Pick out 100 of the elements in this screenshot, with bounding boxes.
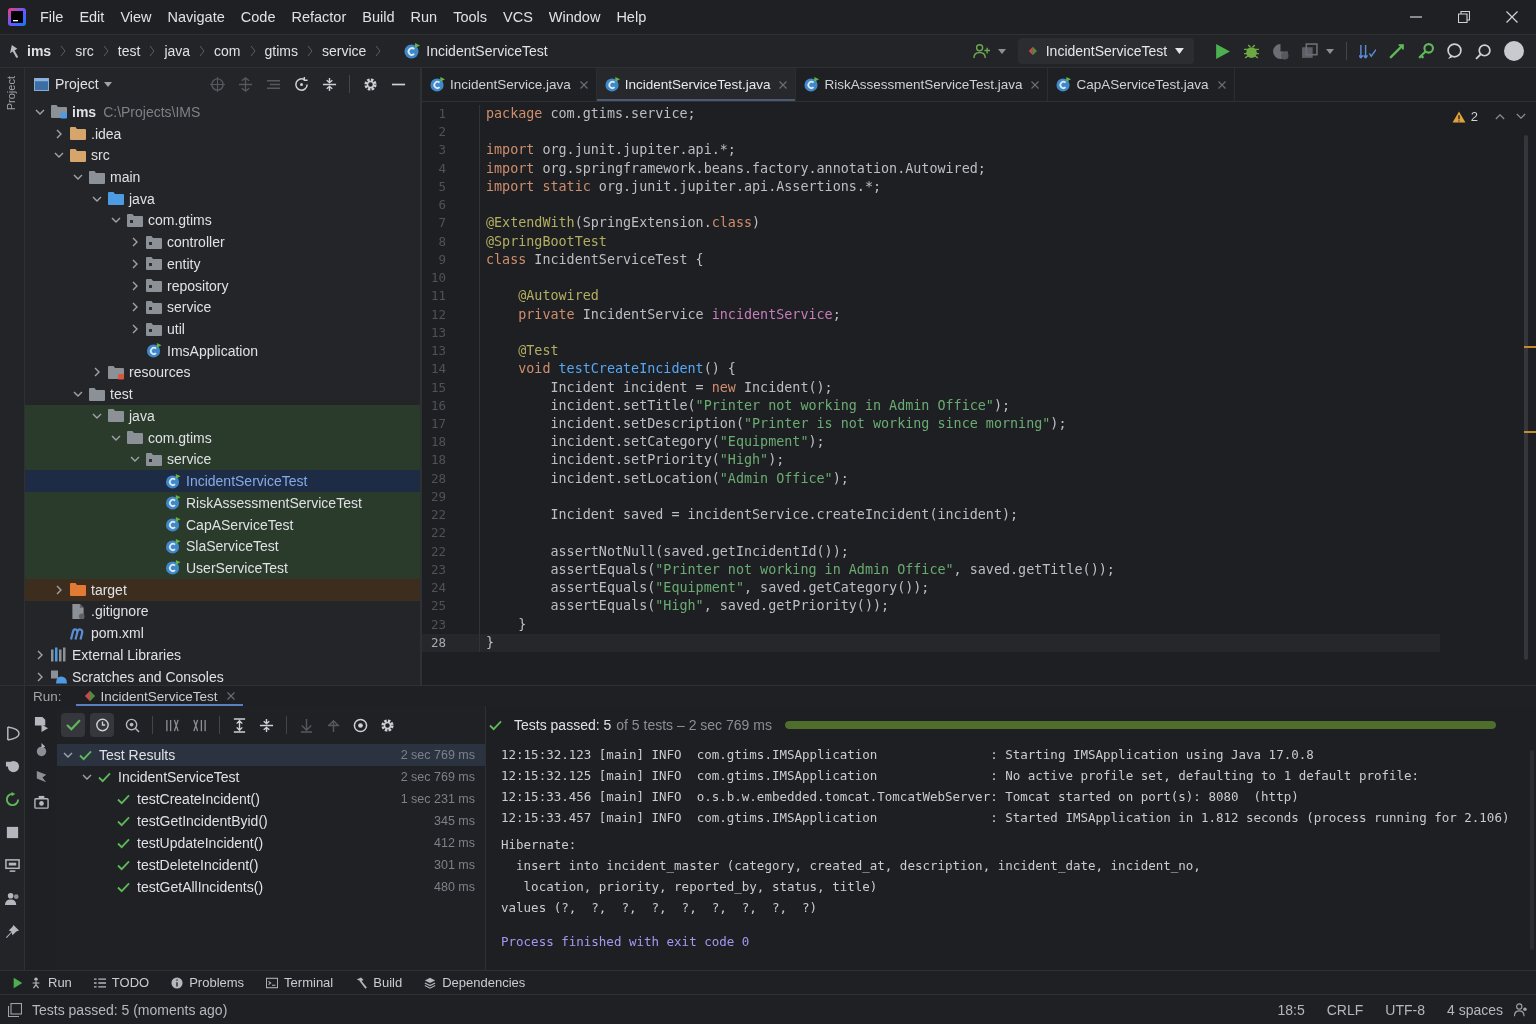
breadcrumb[interactable]: service — [321, 39, 367, 63]
tree-item[interactable]: CapAServiceTest — [25, 513, 420, 536]
play-icon[interactable] — [1214, 42, 1231, 60]
avatar-icon[interactable] — [1504, 41, 1524, 61]
tree-item[interactable]: test — [25, 383, 420, 406]
test-result-item[interactable]: testCreateIncident() 1 sec 231 ms — [57, 788, 485, 810]
menu-item[interactable]: Code — [232, 5, 284, 29]
bars-cross-icon[interactable] — [192, 717, 207, 733]
file-play-icon[interactable] — [33, 717, 49, 732]
tree-item[interactable]: target — [25, 578, 420, 601]
test-result-item[interactable]: IncidentServiceTest 2 sec 769 ms — [57, 766, 485, 788]
tree-item[interactable]: com.gtims — [25, 209, 420, 232]
caret-icon[interactable] — [1326, 48, 1334, 54]
breadcrumb[interactable]: java — [164, 39, 191, 63]
tree-item[interactable]: IncidentServiceTest — [25, 470, 420, 492]
tree-item[interactable]: pom.xml — [25, 622, 420, 644]
chevron-up-icon[interactable] — [1495, 113, 1505, 120]
target-icon[interactable] — [353, 717, 368, 733]
show-history-toggle[interactable] — [90, 713, 114, 737]
menu-item[interactable]: Window — [540, 5, 609, 29]
status-item[interactable]: 18:5 — [1266, 997, 1316, 1022]
menu-item[interactable]: Navigate — [159, 5, 233, 29]
breadcrumb[interactable]: IncidentServiceTest — [390, 39, 548, 63]
menu-item[interactable]: Help — [608, 5, 655, 29]
expand-all-icon[interactable] — [232, 717, 247, 733]
users-icon[interactable] — [4, 891, 20, 906]
tree-item[interactable]: External Libraries — [25, 643, 420, 666]
editor-tab[interactable]: RiskAssessmentServiceTest.java — [796, 68, 1049, 101]
status-item[interactable]: CRLF — [1315, 997, 1375, 1022]
tree-item[interactable]: com.gtims — [25, 426, 420, 449]
caret-icon[interactable] — [103, 81, 112, 87]
tool-window-button[interactable]: TODO — [93, 971, 150, 994]
squares-icon[interactable] — [1301, 42, 1318, 60]
settings-icon[interactable] — [380, 717, 395, 733]
test-result-item[interactable]: testGetIncidentByid() 345 ms — [57, 810, 485, 832]
tree-item[interactable]: RiskAssessmentServiceTest — [25, 491, 420, 514]
close-icon[interactable] — [779, 80, 788, 89]
collapse-all-icon[interactable] — [259, 717, 274, 733]
breadcrumb[interactable]: com — [214, 39, 241, 63]
show-passed-toggle[interactable] — [61, 713, 85, 737]
status-message[interactable]: Tests passed: 5 (moments ago) — [32, 1001, 228, 1018]
menu-item[interactable]: VCS — [495, 5, 541, 29]
run-configuration-selector[interactable]: IncidentServiceTest — [1018, 38, 1194, 64]
menu-item[interactable]: File — [32, 5, 72, 29]
frame-icon[interactable] — [8, 1002, 22, 1017]
menu-item[interactable]: View — [112, 5, 160, 29]
menu-item[interactable]: Refactor — [283, 5, 355, 29]
monitor-icon[interactable] — [4, 858, 20, 873]
bars-icon[interactable] — [165, 717, 180, 733]
run-tab[interactable]: IncidentServiceTest — [75, 686, 243, 706]
close-icon[interactable] — [1217, 80, 1226, 89]
breadcrumb[interactable]: ims — [10, 39, 52, 63]
menu-item[interactable]: Tools — [445, 5, 495, 29]
editor-tab[interactable]: IncidentService.java — [422, 68, 597, 101]
circle-icon[interactable] — [4, 759, 20, 774]
search-icon[interactable] — [125, 717, 140, 733]
arrow-up-right-icon[interactable] — [1388, 42, 1405, 60]
menu-item[interactable]: Edit — [71, 5, 113, 29]
pin-icon[interactable] — [4, 924, 20, 939]
tree-item[interactable]: .idea — [25, 122, 420, 145]
key-icon[interactable] — [1417, 42, 1434, 60]
test-result-item[interactable]: Test Results 2 sec 769 ms — [57, 744, 485, 766]
close-icon[interactable] — [579, 80, 588, 89]
close-icon[interactable] — [226, 692, 235, 700]
warning-count[interactable]: 2 — [1470, 109, 1478, 124]
collapse-all-icon[interactable] — [321, 76, 337, 92]
tree-item[interactable]: main — [25, 166, 420, 188]
tree-item[interactable]: controller — [25, 231, 420, 254]
add-user-icon[interactable] — [973, 42, 990, 60]
test-result-item[interactable]: testDeleteIncident() 301 ms — [57, 854, 485, 876]
tree-item[interactable]: ims C:\Projects\IMS — [25, 101, 420, 123]
test-result-item[interactable]: testGetAllIncidents() 480 ms — [57, 876, 485, 898]
settings-icon[interactable] — [362, 76, 378, 92]
tree-item[interactable]: service — [25, 296, 420, 319]
tool-window-button[interactable]: Run — [12, 971, 72, 994]
tree-item[interactable]: Scratches and Consoles — [25, 665, 420, 688]
menu-item[interactable]: Run — [402, 5, 446, 29]
tool-window-button[interactable]: Build — [355, 971, 403, 994]
close-icon[interactable] — [1031, 80, 1040, 89]
tree-item[interactable]: ImsApplication — [25, 339, 420, 362]
tool-window-label[interactable]: Project — [5, 76, 17, 111]
arrows-check-icon[interactable] — [1359, 42, 1376, 60]
tree-item[interactable]: .gitignore — [25, 600, 420, 623]
menu-item[interactable]: Build — [354, 5, 403, 29]
breadcrumb[interactable]: src — [75, 39, 94, 63]
tree-item[interactable]: service — [25, 448, 420, 471]
play-outline-icon[interactable] — [4, 726, 20, 741]
tree-item[interactable]: java — [25, 187, 420, 210]
tool-window-button[interactable]: Dependencies — [424, 971, 526, 994]
editor-tab[interactable]: CapAServiceTest.java — [1048, 68, 1235, 101]
editor-tab[interactable]: IncidentServiceTest.java — [596, 68, 797, 101]
tree-item[interactable]: SlaServiceTest — [25, 535, 420, 558]
chevron-down-icon[interactable] — [1516, 113, 1526, 120]
tool-window-button[interactable]: Problems — [171, 971, 245, 994]
tree-item[interactable]: src — [25, 144, 420, 167]
test-result-item[interactable]: testUpdateIncident() 412 ms — [57, 832, 485, 854]
sync-icon[interactable] — [293, 76, 309, 92]
status-item[interactable]: UTF-8 — [1374, 997, 1436, 1022]
tree-item[interactable]: UserServiceTest — [25, 557, 420, 579]
panel-title[interactable]: Project — [55, 76, 99, 92]
